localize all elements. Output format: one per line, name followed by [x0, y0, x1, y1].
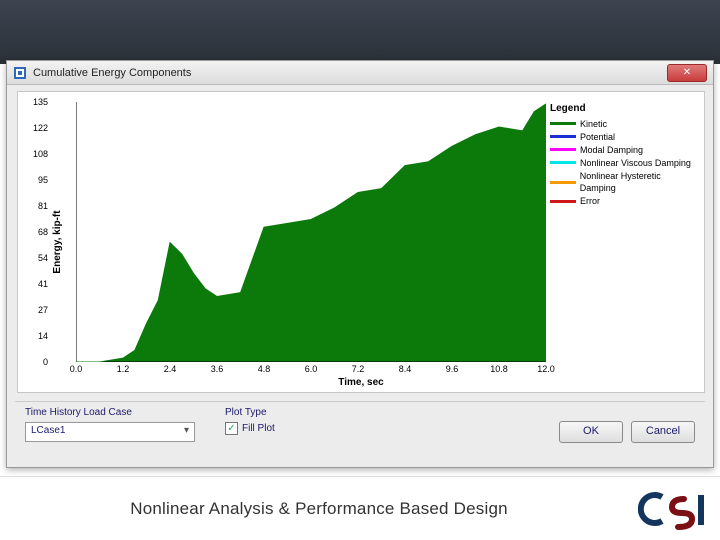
close-button[interactable]: ✕ — [667, 64, 707, 82]
y-tick: 14 — [38, 331, 48, 341]
y-tick: 122 — [33, 123, 48, 133]
y-tick: 41 — [38, 279, 48, 289]
x-tick: 6.0 — [305, 364, 318, 374]
loadcase-value: LCase1 — [31, 425, 65, 436]
legend-swatch — [550, 122, 576, 125]
close-icon: ✕ — [683, 67, 691, 78]
legend-item: Modal Damping — [550, 144, 698, 156]
cancel-button[interactable]: Cancel — [631, 421, 695, 443]
legend-label: Nonlinear Hysteretic Damping — [580, 170, 698, 194]
x-tick: 10.8 — [490, 364, 508, 374]
y-tick: 54 — [38, 253, 48, 263]
fillplot-label: Fill Plot — [242, 423, 275, 434]
legend-swatch — [550, 148, 576, 151]
y-axis-label: Energy, kip-ft — [52, 210, 63, 273]
loadcase-select[interactable]: LCase1 — [25, 422, 195, 442]
chart-frame: Energy, kip-ft Time, sec 135 122 108 95 … — [17, 91, 705, 393]
x-tick: 9.6 — [446, 364, 459, 374]
x-tick: 3.6 — [211, 364, 224, 374]
legend-swatch — [550, 161, 576, 164]
energy-chart-svg — [76, 102, 546, 362]
dialog-title: Cumulative Energy Components — [33, 67, 667, 79]
y-tick: 27 — [38, 305, 48, 315]
legend-label: Nonlinear Viscous Damping — [580, 157, 691, 169]
y-tick: 108 — [33, 149, 48, 159]
y-tick: 81 — [38, 201, 48, 211]
chart-legend: Legend KineticPotentialModal DampingNonl… — [550, 102, 698, 208]
fillplot-checkbox[interactable]: ✓ — [225, 422, 238, 435]
x-tick: 8.4 — [399, 364, 412, 374]
slide-footer: Nonlinear Analysis & Performance Based D… — [0, 476, 720, 540]
divider — [15, 401, 705, 402]
dialog-titlebar: Cumulative Energy Components ✕ — [7, 61, 713, 85]
x-tick: 12.0 — [537, 364, 555, 374]
plot-area — [76, 102, 546, 362]
options-row: Time History Load Case LCase1 Plot Type … — [25, 407, 695, 443]
y-tick: 0 — [43, 357, 48, 367]
x-tick: 1.2 — [117, 364, 130, 374]
x-tick: 4.8 — [258, 364, 271, 374]
legend-item: Potential — [550, 131, 698, 143]
x-axis-label: Time, sec — [338, 377, 383, 388]
legend-label: Potential — [580, 131, 615, 143]
legend-label: Kinetic — [580, 118, 607, 130]
energy-components-dialog: Cumulative Energy Components ✕ Energy, k… — [6, 60, 714, 468]
x-tick: 2.4 — [164, 364, 177, 374]
legend-label: Error — [580, 195, 600, 207]
legend-item: Error — [550, 195, 698, 207]
legend-swatch — [550, 135, 576, 138]
y-tick: 135 — [33, 97, 48, 107]
loadcase-label: Time History Load Case — [25, 407, 225, 418]
legend-item: Nonlinear Hysteretic Damping — [550, 170, 698, 194]
legend-swatch — [550, 200, 576, 203]
ok-button[interactable]: OK — [559, 421, 623, 443]
y-tick: 95 — [38, 175, 48, 185]
csi-logo — [638, 487, 708, 531]
legend-label: Modal Damping — [580, 144, 643, 156]
legend-swatch — [550, 181, 576, 184]
legend-title: Legend — [550, 102, 698, 116]
legend-item: Nonlinear Viscous Damping — [550, 157, 698, 169]
y-tick: 68 — [38, 227, 48, 237]
x-tick: 7.2 — [352, 364, 365, 374]
app-icon — [13, 66, 27, 80]
x-tick: 0.0 — [70, 364, 83, 374]
title-band — [0, 0, 720, 64]
legend-item: Kinetic — [550, 118, 698, 130]
plottype-label: Plot Type — [225, 407, 425, 418]
footer-caption: Nonlinear Analysis & Performance Based D… — [0, 499, 638, 519]
